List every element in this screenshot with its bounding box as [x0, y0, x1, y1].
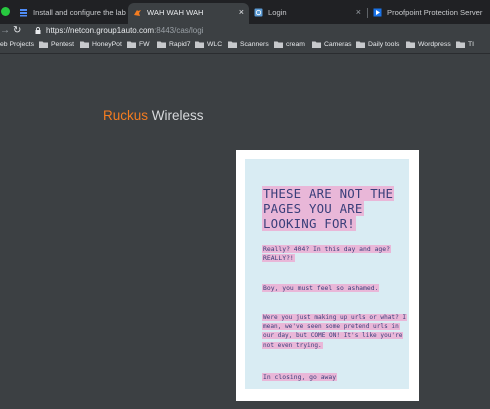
bookmark-wlc[interactable]: WLC	[195, 38, 222, 53]
url-path: :8443/cas/logi	[154, 26, 204, 35]
bookmark-label: Pentest	[51, 41, 75, 48]
tab-title: WAH WAH WAH	[147, 8, 204, 17]
bookmark-ti[interactable]: TI	[456, 38, 474, 53]
address-bar[interactable]: https://netcon.group1auto.com:8443/cas/l…	[46, 24, 203, 38]
folder-icon	[312, 41, 321, 48]
bookmark-label: Rapid7	[169, 41, 191, 48]
tab-proofpoint[interactable]: Proofpoint Protection Server	[368, 3, 490, 24]
bookmark-daily-tools[interactable]: Daily tools	[356, 38, 399, 53]
folder-icon	[39, 41, 48, 48]
stack-icon	[20, 9, 27, 17]
brand-name-primary: Ruckus	[103, 108, 149, 123]
folder-icon	[195, 41, 204, 48]
error-paragraph-1: Really? 404? In this day and age? REALLY…	[262, 245, 410, 263]
forward-arrow-icon[interactable]: →	[0, 24, 10, 38]
folder-icon	[80, 41, 89, 48]
folder-icon	[157, 41, 166, 48]
paragraph-text: Really? 404? In this day and age? REALLY…	[262, 245, 391, 262]
paragraph-text: Were you just making up urls or what? I …	[262, 314, 408, 349]
bookmark-label: Daily tools	[368, 41, 400, 48]
bookmark-label: eb Projects	[0, 41, 35, 48]
bookmark-rapid7[interactable]: Rapid7	[157, 38, 191, 53]
error-note: THESE ARE NOT THE PAGES YOU ARE LOOKING …	[245, 159, 409, 389]
bookmark-label: cream	[286, 41, 305, 48]
bookmark-web-projects[interactable]: eb Projects	[0, 38, 34, 53]
error-card: THESE ARE NOT THE PAGES YOU ARE LOOKING …	[236, 150, 419, 401]
bookmark-label: Wordpress	[418, 41, 451, 48]
bookmark-scanners[interactable]: Scanners	[228, 38, 269, 53]
tab-login[interactable]: Login ×	[249, 3, 366, 24]
close-tab-icon[interactable]: ×	[356, 3, 361, 22]
tab-install-lab[interactable]: Install and configure the lab | S ×	[14, 3, 140, 24]
folder-icon	[356, 41, 365, 48]
tab-title: Proofpoint Protection Server	[387, 8, 483, 17]
error-paragraph-4: In closing, go away	[262, 373, 410, 382]
paragraph-text: Boy, you must feel so ashamed.	[262, 284, 380, 292]
folder-icon	[274, 41, 283, 48]
bookmark-label: Cameras	[324, 41, 352, 48]
bookmark-honeypot[interactable]: HoneyPot	[80, 38, 122, 53]
headline-text: THESE ARE NOT THE PAGES YOU ARE LOOKING …	[262, 186, 395, 231]
page-content: Ruckus Wireless THESE ARE NOT THE PAGES …	[0, 54, 490, 409]
brand-logo: Ruckus Wireless	[103, 108, 204, 123]
folder-icon	[228, 41, 237, 48]
bookmark-wordpress[interactable]: Wordpress	[406, 38, 451, 53]
bookmark-cream[interactable]: cream	[274, 38, 305, 53]
bookmark-cameras[interactable]: Cameras	[312, 38, 352, 53]
error-headline: THESE ARE NOT THE PAGES YOU ARE LOOKING …	[262, 186, 414, 231]
tab-title: Install and configure the lab | S	[33, 8, 128, 17]
error-paragraph-2: Boy, you must feel so ashamed.	[262, 284, 410, 293]
ruckus-dog-icon	[134, 10, 141, 16]
tab-title: Login	[268, 8, 287, 17]
reload-icon[interactable]: ↻	[13, 24, 21, 38]
bookmark-fw[interactable]: FW	[127, 38, 150, 53]
tab-wah-wah-wah[interactable]: WAH WAH WAH ×	[128, 3, 249, 24]
folder-icon	[127, 41, 136, 48]
bookmarks-bar: eb Projects Pentest HoneyPot FW Rapid7 W…	[0, 38, 490, 54]
globe-icon	[254, 8, 263, 17]
bookmark-label: TI	[468, 41, 475, 48]
folder-icon	[456, 41, 465, 48]
error-paragraph-3: Were you just making up urls or what? I …	[262, 313, 412, 350]
bookmark-label: WLC	[207, 41, 223, 48]
window-close-dot[interactable]	[1, 7, 10, 16]
url-host: https://netcon.group1auto.com	[46, 26, 155, 35]
folder-icon	[406, 41, 415, 48]
paragraph-text: In closing, go away	[262, 373, 338, 381]
browser-toolbar: → ↻ https://netcon.group1auto.com:8443/c…	[0, 24, 490, 38]
bookmark-label: HoneyPot	[92, 41, 122, 48]
bookmark-label: Scanners	[240, 41, 269, 48]
bookmark-label: FW	[139, 41, 150, 48]
brand-name-secondary: Wireless	[151, 108, 204, 123]
lock-icon[interactable]	[35, 27, 41, 34]
close-tab-icon[interactable]: ×	[239, 3, 244, 22]
proofpoint-icon	[373, 8, 382, 17]
bookmark-pentest[interactable]: Pentest	[39, 38, 74, 53]
tab-strip: Install and configure the lab | S × WAH …	[0, 0, 490, 24]
